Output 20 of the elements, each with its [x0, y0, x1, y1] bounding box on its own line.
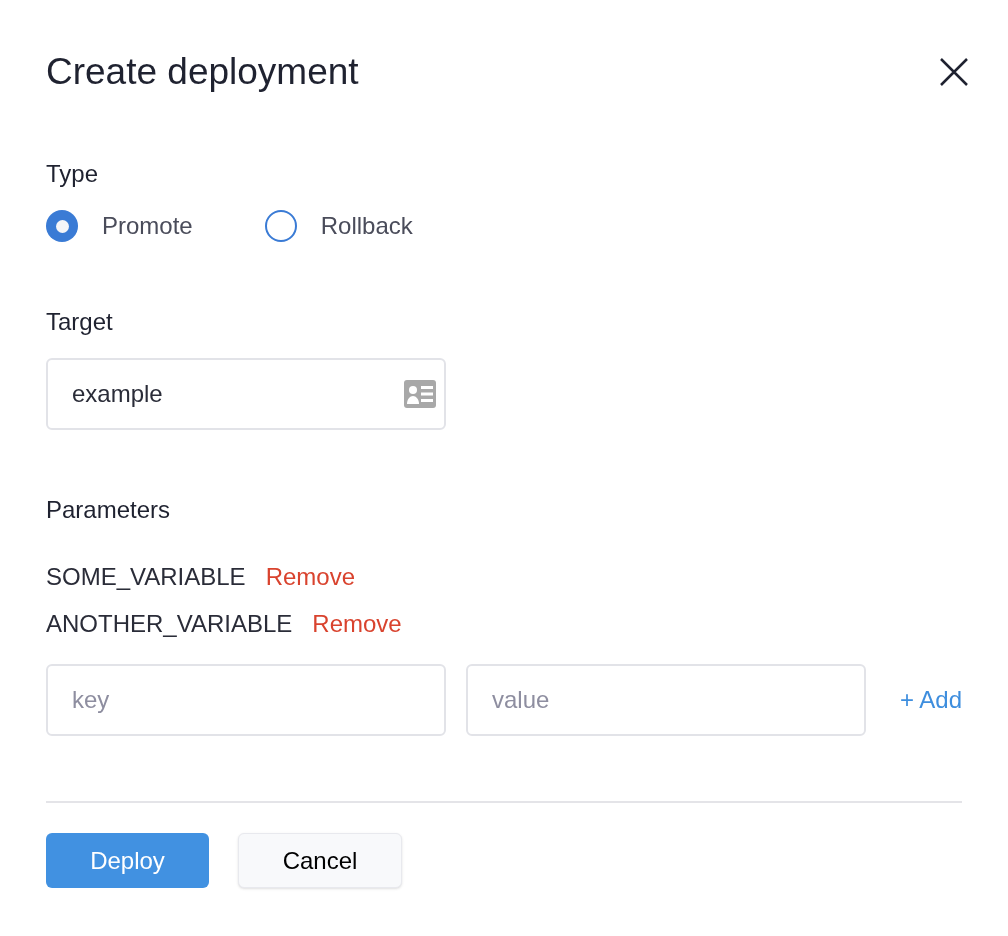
field-label: Parameters [46, 495, 172, 525]
parameter-name: ANOTHER_VARIABLE [46, 608, 293, 639]
close-icon[interactable] [938, 56, 970, 88]
add-link[interactable]: + Add [899, 682, 962, 718]
radio-label: Rollback [320, 211, 413, 241]
radio-button[interactable] [46, 210, 78, 242]
field-label: Type [46, 159, 100, 189]
field-label: Target [46, 307, 114, 337]
contact-card-icon[interactable] [404, 380, 436, 408]
remove-link[interactable]: Remove [265, 558, 355, 595]
deploy-button[interactable]: Deploy [46, 833, 209, 888]
target-field[interactable]: example [46, 358, 446, 430]
cancel-button[interactable]: Cancel [238, 833, 402, 888]
parameter-name: SOME_VARIABLE [46, 561, 246, 592]
value-field[interactable]: value [466, 664, 866, 736]
key-field[interactable]: key [46, 664, 446, 736]
remove-link[interactable]: Remove [312, 605, 402, 642]
radio-button[interactable] [264, 210, 297, 242]
radio-label: Promote [102, 211, 193, 241]
dialog-title: Create deployment [46, 50, 359, 94]
